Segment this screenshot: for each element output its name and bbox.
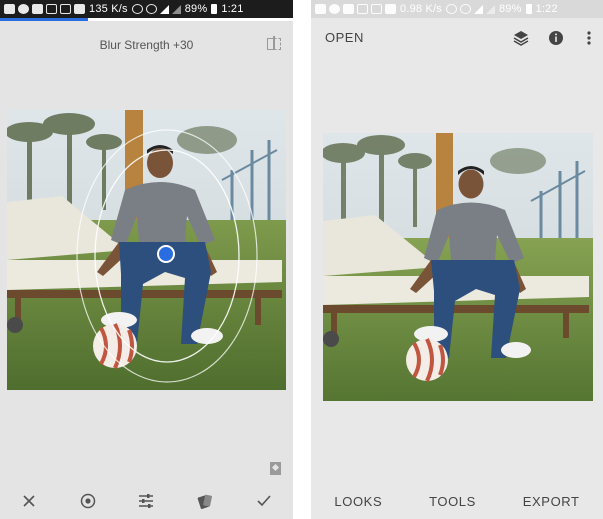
sliders-icon[interactable]: [132, 487, 160, 515]
card-icon: [60, 4, 71, 14]
gallery-icon: [315, 4, 326, 14]
battery-icon: [525, 4, 532, 14]
flag-icon: [74, 4, 85, 14]
sync-icon: [46, 4, 57, 14]
compare-icon[interactable]: [267, 36, 281, 50]
signal-2-icon: [171, 4, 181, 14]
style-swatch-icon[interactable]: [191, 487, 219, 515]
clock: 1:22: [535, 3, 558, 15]
notification-icons: [4, 4, 85, 14]
hotspot-icon: [131, 4, 143, 14]
gallery-icon: [4, 4, 15, 14]
image-icon: [343, 4, 354, 14]
open-button[interactable]: OPEN: [325, 30, 364, 45]
edit-progress-fill: [0, 18, 88, 21]
info-icon[interactable]: [548, 30, 564, 46]
battery-icon: [211, 4, 218, 14]
tab-export[interactable]: EXPORT: [523, 494, 580, 509]
photo-preview[interactable]: [7, 110, 286, 390]
status-bar: 135 K/s 89% 1:21: [0, 0, 293, 18]
network-speed: 0.98 K/s: [400, 3, 442, 15]
sync-icon: [357, 4, 368, 14]
photo-preview: [323, 133, 593, 401]
tool-bottom-bar: [0, 483, 293, 519]
notification-icons: [315, 4, 396, 14]
whatsapp-icon: [329, 4, 340, 14]
signal-icon: [159, 4, 169, 14]
image-icon: [32, 4, 43, 14]
battery-percent: 89%: [184, 3, 208, 15]
checkmark-icon[interactable]: [250, 487, 278, 515]
alarm-icon: [145, 4, 157, 14]
signal-icon: [473, 4, 483, 14]
hotspot-icon: [445, 4, 457, 14]
main-nav: LOOKS TOOLS EXPORT: [311, 494, 603, 509]
battery-percent: 89%: [498, 3, 522, 15]
alarm-icon: [459, 4, 471, 14]
card-icon: [371, 4, 382, 14]
signal-2-icon: [485, 4, 495, 14]
more-vert-icon[interactable]: [581, 30, 597, 46]
edit-progress-bar: [0, 18, 293, 21]
circle-target-icon[interactable]: [74, 487, 102, 515]
editor-screen-right: 0.98 K/s 89% 1:22 OPEN LOOKS TOOLS EXPOR…: [311, 0, 603, 519]
photo-canvas: [7, 110, 286, 390]
tab-tools[interactable]: TOOLS: [429, 494, 476, 509]
flag-icon: [385, 4, 396, 14]
top-action-bar: OPEN: [311, 30, 603, 48]
whatsapp-icon: [18, 4, 29, 14]
tab-looks[interactable]: LOOKS: [334, 494, 382, 509]
close-icon[interactable]: [15, 487, 43, 515]
clock: 1:21: [221, 3, 244, 15]
status-bar: 0.98 K/s 89% 1:22: [311, 0, 603, 18]
bookmark-icon[interactable]: [270, 462, 281, 475]
focus-center-handle[interactable]: [157, 245, 175, 263]
photo-canvas: [323, 133, 593, 401]
layers-icon[interactable]: [513, 30, 529, 46]
blur-strength-label: Blur Strength +30: [99, 38, 194, 52]
editor-screen-left: 135 K/s 89% 1:21 Blur Strength +30: [0, 0, 293, 519]
network-speed: 135 K/s: [89, 3, 128, 15]
football: [93, 323, 137, 369]
